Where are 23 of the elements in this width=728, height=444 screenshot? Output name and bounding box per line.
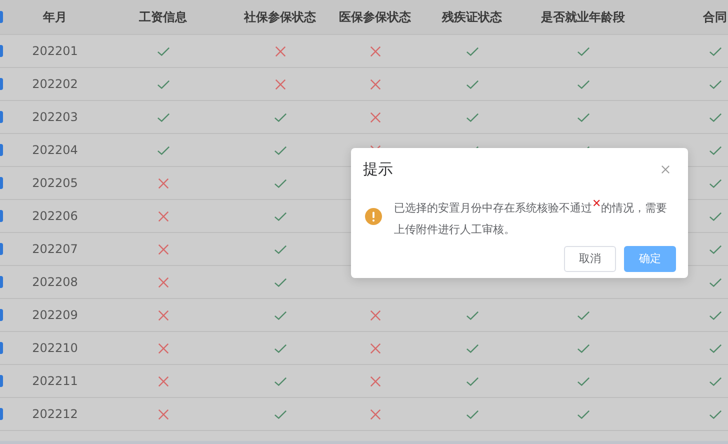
dialog-title: 提示 xyxy=(363,160,393,179)
table-cell: 202211 xyxy=(32,374,78,388)
table-cell: 202206 xyxy=(32,209,78,223)
column-header: 是否就业年龄段 xyxy=(541,8,625,26)
close-icon[interactable] xyxy=(661,165,670,174)
warning-icon xyxy=(365,208,382,225)
table-cell: 202204 xyxy=(32,143,78,157)
table-cell: 202210 xyxy=(32,341,78,355)
cancel-button[interactable]: 取消 xyxy=(564,246,616,272)
table-cell: 202202 xyxy=(32,77,78,91)
column-header: 合同 xyxy=(703,8,727,26)
table-cell: 202203 xyxy=(32,110,78,124)
column-header: 社保参保状态 xyxy=(244,8,316,26)
table-cell: 202201 xyxy=(32,44,78,58)
column-header: 年月 xyxy=(43,8,67,26)
column-header: 医保参保状态 xyxy=(339,8,411,26)
table-cell: 202205 xyxy=(32,176,78,190)
table-cell: 202212 xyxy=(32,407,78,421)
table-cell: 202209 xyxy=(32,308,78,322)
column-header: 工资信息 xyxy=(139,8,187,26)
table-cell: 202207 xyxy=(32,242,78,256)
column-header: 残疾证状态 xyxy=(442,8,502,26)
table-cell: 202208 xyxy=(32,275,78,289)
